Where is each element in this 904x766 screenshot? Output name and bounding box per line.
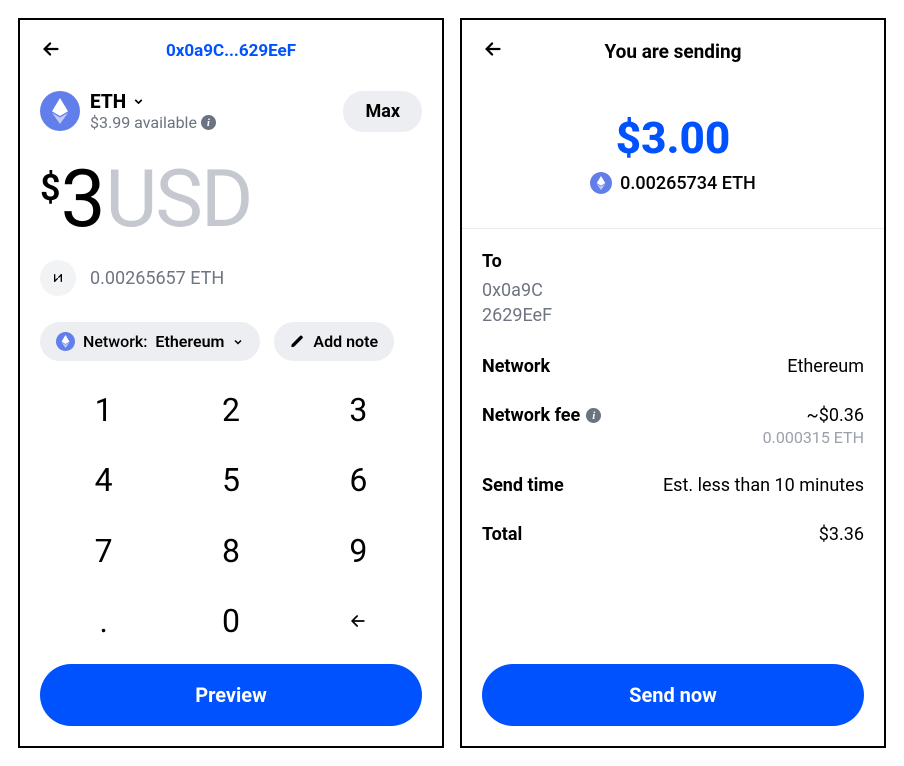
detail-fee: Network fee i ~$0.36 0.000315 ETH: [482, 405, 864, 447]
pencil-icon: [290, 334, 305, 349]
converted-amount: 0.00265657 ETH: [90, 268, 224, 289]
chevron-down-icon: [232, 336, 244, 348]
detail-total: Total $3.36: [482, 524, 864, 545]
asset-available-label: $3.99 available: [90, 113, 197, 132]
fee-label: Network fee: [482, 405, 580, 426]
summary-eth: 0.00265734 ETH: [620, 173, 756, 194]
fee-eth: 0.000315 ETH: [763, 428, 864, 447]
summary-usd: $3.00: [482, 112, 864, 164]
key-2[interactable]: 2: [167, 375, 294, 445]
asset-available: $3.99 available i: [90, 113, 216, 132]
detail-sendtime: Send time Est. less than 10 minutes: [482, 475, 864, 496]
asset-symbol-dropdown[interactable]: ETH: [90, 90, 216, 113]
network-value: Ethereum: [787, 356, 864, 377]
key-9[interactable]: 9: [295, 516, 422, 586]
to-address-line2: 2629EeF: [482, 303, 552, 328]
send-now-button[interactable]: Send now: [482, 664, 864, 726]
conversion-row: 0.00265657 ETH: [40, 260, 422, 296]
send-entry-screen: 0x0a9C...629EeF ETH $3.99 available i Ma…: [18, 18, 444, 748]
screen-title: You are sending: [482, 40, 864, 63]
chips-row: Network: Ethereum Add note: [40, 322, 422, 361]
topbar: You are sending: [482, 34, 864, 68]
key-7[interactable]: 7: [40, 516, 167, 586]
network-label: Network: [482, 356, 550, 377]
total-value: $3.36: [819, 524, 864, 545]
back-button[interactable]: [40, 38, 62, 64]
divider: [462, 228, 884, 229]
key-0[interactable]: 0: [167, 586, 294, 656]
key-1[interactable]: 1: [40, 375, 167, 445]
key-3[interactable]: 3: [295, 375, 422, 445]
detail-to: To 0x0a9C 2629EeF: [482, 251, 864, 328]
amount-currency: USD: [106, 152, 252, 246]
asset-selector-row: ETH $3.99 available i Max: [40, 90, 422, 132]
eth-mini-icon: [56, 332, 75, 351]
to-label: To: [482, 251, 502, 272]
dollar-sign: $: [40, 167, 59, 209]
sendtime-value: Est. less than 10 minutes: [663, 475, 864, 496]
network-chip[interactable]: Network: Ethereum: [40, 322, 260, 361]
amount-display: $ 3 USD: [40, 152, 422, 246]
send-confirm-screen: You are sending $3.00 0.00265734 ETH To …: [460, 18, 886, 748]
arrow-left-icon: [344, 611, 372, 631]
numeric-keypad: 1 2 3 4 5 6 7 8 9 . 0: [40, 375, 422, 656]
recipient-address-short: 0x0a9C...629EeF: [40, 41, 422, 61]
key-6[interactable]: 6: [295, 445, 422, 515]
info-icon[interactable]: i: [201, 115, 216, 130]
fee-usd: ~$0.36: [763, 405, 864, 426]
key-backspace[interactable]: [295, 586, 422, 656]
network-chip-value: Ethereum: [155, 332, 224, 351]
total-label: Total: [482, 524, 522, 545]
info-icon[interactable]: i: [586, 408, 601, 423]
detail-network: Network Ethereum: [482, 356, 864, 377]
add-note-label: Add note: [313, 332, 378, 351]
add-note-chip[interactable]: Add note: [274, 322, 394, 361]
topbar: 0x0a9C...629EeF: [40, 34, 422, 68]
detail-list: To 0x0a9C 2629EeF Network Ethereum Netwo…: [482, 251, 864, 573]
key-4[interactable]: 4: [40, 445, 167, 515]
max-button[interactable]: Max: [343, 91, 422, 132]
key-dot[interactable]: .: [40, 586, 167, 656]
key-8[interactable]: 8: [167, 516, 294, 586]
preview-button[interactable]: Preview: [40, 664, 422, 726]
asset-symbol-label: ETH: [90, 90, 126, 113]
eth-icon: [590, 172, 612, 194]
to-address-line1: 0x0a9C: [482, 278, 552, 303]
amount-value: 3: [61, 152, 104, 246]
chevron-down-icon: [132, 95, 145, 108]
key-5[interactable]: 5: [167, 445, 294, 515]
summary-amount: $3.00 0.00265734 ETH: [482, 112, 864, 194]
sendtime-label: Send time: [482, 475, 564, 496]
network-chip-prefix: Network:: [83, 332, 147, 351]
eth-icon: [40, 91, 80, 131]
swap-currency-button[interactable]: [40, 260, 76, 296]
